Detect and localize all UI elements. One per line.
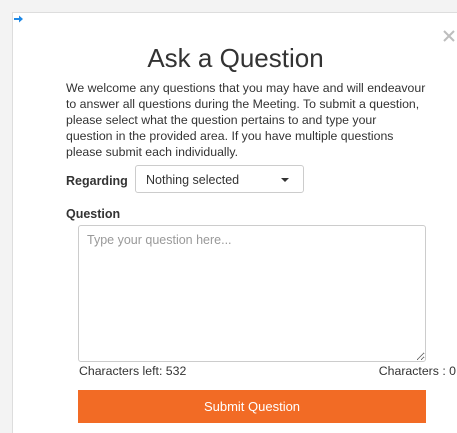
dialog-title: Ask a Question xyxy=(147,43,324,73)
caret-down-icon xyxy=(281,178,289,182)
regarding-select-value: Nothing selected xyxy=(146,173,240,187)
question-textarea[interactable] xyxy=(78,225,426,362)
regarding-select[interactable]: Nothing selected xyxy=(135,165,304,193)
characters-count: Characters : 0 xyxy=(378,364,456,378)
submit-question-button[interactable]: Submit Question xyxy=(78,390,426,423)
question-label: Question xyxy=(66,207,121,221)
characters-left: Characters left: 532 xyxy=(79,364,187,378)
close-icon[interactable] xyxy=(442,29,456,43)
regarding-label: Regarding xyxy=(66,174,128,188)
arrow-right-icon xyxy=(14,15,23,23)
intro-text: We welcome any questions that you may ha… xyxy=(66,81,426,159)
ask-question-dialog: Ask a Question We welcome any questions … xyxy=(12,12,457,433)
